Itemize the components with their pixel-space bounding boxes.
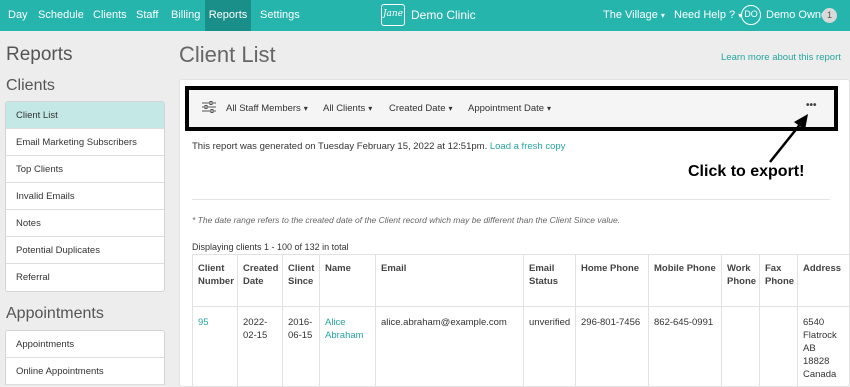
nav-clients[interactable]: Clients [93, 0, 127, 31]
col-client-number[interactable]: Client Number [192, 254, 238, 307]
load-fresh-copy-link[interactable]: Load a fresh copy [490, 141, 566, 152]
address-line: 6540 [803, 317, 825, 328]
sidebar-item-online-appointments[interactable]: Online Appointments [6, 358, 164, 385]
email-cell: alice.abraham@example.com [375, 306, 524, 387]
client-table: Client Number Created Date Client Since … [192, 254, 850, 387]
clinic-name: Demo Clinic [411, 8, 476, 22]
page-title: Client List [179, 42, 276, 67]
table-row: 95 2022-02-15 2016-06-15 Alice Abraham a… [192, 306, 850, 387]
mobile-phone-cell: 862-645-0991 [648, 306, 722, 387]
filter-created-date-dropdown[interactable]: Created Date ▾ [389, 103, 453, 114]
learn-more-link[interactable]: Learn more about this report [721, 52, 841, 63]
location-dropdown[interactable]: The Village ▾ [603, 0, 665, 31]
top-nav: Day Schedule Clients Staff Billing Repor… [0, 0, 850, 31]
caret-down-icon: ▾ [303, 104, 308, 113]
address-cell: 6540 Flatrock AB 18828 Canada [797, 306, 850, 387]
table-header-row: Client Number Created Date Client Since … [192, 254, 850, 307]
col-name[interactable]: Name [319, 254, 376, 307]
work-phone-cell [721, 306, 760, 387]
sidebar-title: Reports [6, 44, 73, 65]
email-status-cell: unverified [523, 306, 576, 387]
col-client-since[interactable]: Client Since [282, 254, 320, 307]
address-line: Flatrock [803, 330, 837, 341]
caret-down-icon: ▾ [448, 104, 453, 113]
created-date-cell: 2022-02-15 [237, 306, 283, 387]
col-created-date[interactable]: Created Date [237, 254, 283, 307]
col-work-phone[interactable]: Work Phone [721, 254, 760, 307]
caret-down-icon: ▾ [368, 104, 373, 113]
sidebar-item-notes[interactable]: Notes [6, 210, 164, 237]
section-divider [192, 199, 830, 200]
client-name-link[interactable]: Alice Abraham [319, 306, 376, 387]
col-home-phone[interactable]: Home Phone [575, 254, 649, 307]
filter-clients-dropdown[interactable]: All Clients ▾ [323, 103, 372, 114]
sidebar-item-appointments[interactable]: Appointments [6, 331, 164, 358]
filter-staff-dropdown[interactable]: All Staff Members ▾ [226, 103, 308, 114]
sidebar-appointments-list: Appointments Online Appointments [5, 330, 165, 385]
report-generated-note: This report was generated on Tuesday Feb… [192, 141, 565, 152]
nav-day[interactable]: Day [8, 0, 28, 31]
help-label: Need Help ? [674, 9, 736, 21]
fax-phone-cell [759, 306, 798, 387]
filter-settings-icon[interactable] [202, 101, 216, 113]
sidebar-item-client-list[interactable]: Client List [6, 102, 164, 129]
help-dropdown[interactable]: Need Help ? ▾ [674, 0, 742, 31]
filter-appointment-date-dropdown[interactable]: Appointment Date ▾ [468, 103, 551, 114]
address-line: AB [803, 343, 816, 354]
col-fax-phone[interactable]: Fax Phone [759, 254, 798, 307]
home-phone-cell: 296-801-7456 [575, 306, 649, 387]
filter-appointment-date-label: Appointment Date [468, 103, 545, 114]
nav-schedule[interactable]: Schedule [38, 0, 84, 31]
client-number-link[interactable]: 95 [192, 306, 238, 387]
caret-down-icon: ▾ [547, 104, 552, 113]
filter-clients-label: All Clients [323, 103, 366, 114]
sidebar-item-top-clients[interactable]: Top Clients [6, 156, 164, 183]
sidebar-section-clients: Clients [6, 77, 55, 94]
sidebar-item-potential-duplicates[interactable]: Potential Duplicates [6, 237, 164, 264]
sidebar-item-invalid-emails[interactable]: Invalid Emails [6, 183, 164, 210]
address-line: Canada [803, 369, 837, 380]
generated-text: This report was generated on Tuesday Feb… [192, 141, 488, 152]
export-callout: Click to export! [688, 163, 805, 180]
user-avatar[interactable]: DO [741, 5, 761, 25]
sidebar-item-referral[interactable]: Referral [6, 264, 164, 291]
nav-reports[interactable]: Reports [205, 0, 251, 31]
col-email-status[interactable]: Email Status [523, 254, 576, 307]
caret-down-icon: ▾ [660, 11, 665, 20]
displaying-count: Displaying clients 1 - 100 of 132 in tot… [192, 242, 349, 252]
sidebar-item-email-marketing-subscribers[interactable]: Email Marketing Subscribers [6, 129, 164, 156]
location-label: The Village [603, 9, 658, 21]
client-since-cell: 2016-06-15 [282, 306, 320, 387]
nav-settings[interactable]: Settings [260, 0, 300, 31]
notification-badge[interactable]: 1 [822, 8, 837, 23]
sidebar-section-appointments: Appointments [6, 305, 104, 322]
col-address[interactable]: Address [797, 254, 850, 307]
date-range-footnote: * The date range refers to the created d… [192, 215, 621, 225]
col-mobile-phone[interactable]: Mobile Phone [648, 254, 722, 307]
col-email[interactable]: Email [375, 254, 524, 307]
address-line: 18828 [803, 356, 830, 367]
nav-staff[interactable]: Staff [136, 0, 158, 31]
jane-logo[interactable]: Jane [381, 4, 405, 26]
filter-staff-label: All Staff Members [226, 103, 301, 114]
filter-created-date-label: Created Date [389, 103, 446, 114]
callout-arrow-icon [769, 114, 808, 163]
nav-billing[interactable]: Billing [171, 0, 200, 31]
sidebar-clients-list: Client List Email Marketing Subscribers … [5, 101, 165, 292]
